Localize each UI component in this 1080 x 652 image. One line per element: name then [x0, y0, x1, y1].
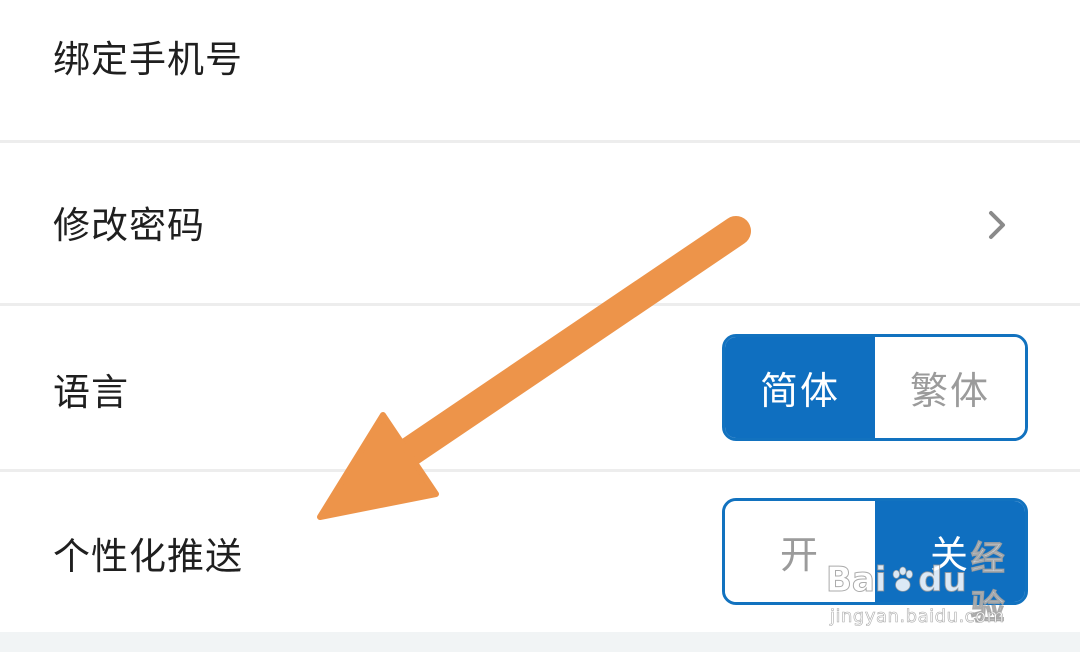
language-label: 语言: [53, 371, 129, 414]
language-option-simplified[interactable]: 简体: [725, 337, 875, 438]
settings-row-change-password[interactable]: 修改密码: [0, 143, 1080, 303]
personalized-push-label: 个性化推送: [53, 535, 243, 578]
settings-row-language: 语言 简体 繁体: [0, 306, 1080, 469]
language-option-traditional[interactable]: 繁体: [875, 337, 1025, 438]
personalized-push-segmented-control: 开 关: [722, 498, 1028, 605]
push-option-off[interactable]: 关: [875, 501, 1025, 602]
settings-row-personalized-push: 个性化推送 开 关: [0, 472, 1080, 632]
settings-row-bind-phone[interactable]: 绑定手机号: [0, 0, 1080, 140]
push-option-on[interactable]: 开: [725, 501, 875, 602]
change-password-label: 修改密码: [53, 204, 205, 247]
chevron-right-icon: [989, 211, 1005, 239]
language-segmented-control: 简体 繁体: [722, 334, 1028, 441]
bottom-section-gap: [0, 632, 1080, 652]
bind-phone-label: 绑定手机号: [53, 38, 243, 81]
